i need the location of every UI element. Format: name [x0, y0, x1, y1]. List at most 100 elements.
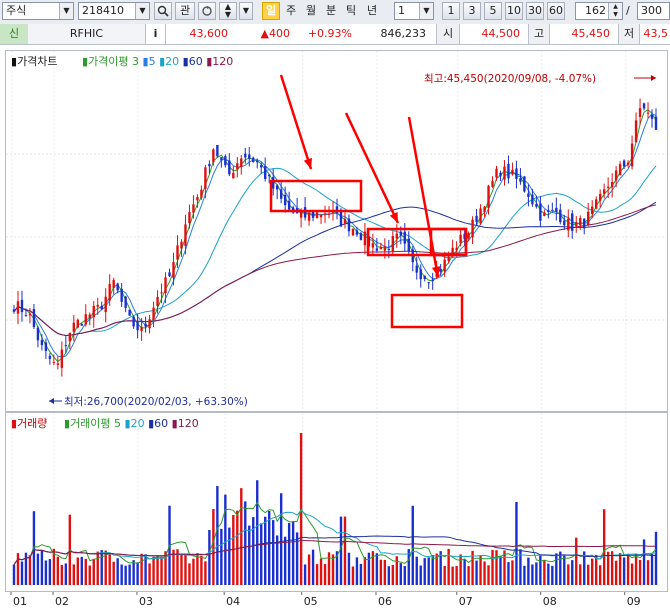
low-label: 저 — [618, 24, 640, 44]
candle-body — [594, 199, 598, 209]
volume-bar — [92, 558, 95, 585]
candle-body — [200, 189, 203, 198]
count-stepper[interactable]: ▲ ▼ — [608, 3, 622, 19]
interval-30-button[interactable]: 30 — [526, 2, 544, 20]
volume-bar — [511, 560, 514, 585]
candle-body — [563, 220, 566, 226]
interval-select[interactable]: 1 ▼ — [394, 2, 434, 20]
chevron-down-icon[interactable]: ▼ — [59, 3, 73, 19]
up-down-stepper[interactable]: ▲ ▼ — [219, 2, 237, 20]
interval-10-button[interactable]: 10 — [505, 2, 523, 20]
volume-bar — [594, 554, 598, 585]
interval-1-button[interactable]: 1 — [442, 2, 460, 20]
candle-body — [224, 156, 227, 166]
gwan-button[interactable]: 관 — [175, 2, 195, 20]
candle-body — [20, 299, 24, 312]
stock-name: RFHIC — [28, 24, 146, 44]
candle-body — [40, 340, 44, 346]
volume-chart[interactable]: ▮거래량 ▮거래이평 5 ▮20 ▮60 ▮120 — [6, 413, 667, 591]
interval-60-button[interactable]: 60 — [547, 2, 565, 20]
candle-body — [307, 212, 311, 221]
volume-bar — [407, 549, 410, 585]
volume-bar — [248, 525, 251, 585]
volume-bar — [156, 555, 159, 585]
candle-body — [491, 181, 494, 187]
candle-body — [196, 197, 199, 201]
chevron-down-icon[interactable]: ▼ — [225, 10, 231, 19]
volume-bar — [443, 566, 446, 585]
volume-bar — [531, 564, 534, 585]
price-chart[interactable]: ▮가격차트 ▮가격이평 3 ▮5 ▮20 ▮60 ▮120 최고:45,450(… — [6, 51, 667, 411]
volume-bar — [431, 555, 434, 585]
search-button[interactable] — [154, 2, 172, 20]
candle-body — [108, 284, 111, 301]
period-week-button[interactable]: 주 — [282, 2, 300, 20]
candle-body — [32, 309, 36, 328]
candle-body — [80, 324, 83, 326]
refresh-icon — [202, 6, 212, 16]
volume-bar — [271, 520, 275, 585]
candle-body — [279, 189, 283, 199]
sync-button[interactable] — [198, 2, 216, 20]
x-tick-label: 06 — [378, 595, 392, 608]
price-chart-panel[interactable]: ▮가격차트 ▮가격이평 3 ▮5 ▮20 ▮60 ▮120 최고:45,450(… — [5, 50, 668, 412]
volume-legend: ▮거래이평 5 ▮20 ▮60 ▮120 — [64, 417, 199, 430]
count-input[interactable]: 162 ▲ ▼ — [575, 2, 623, 20]
interval-3-button[interactable]: 3 — [463, 2, 481, 20]
volume-bar — [451, 566, 454, 585]
volume-bar — [575, 537, 578, 585]
volume-bar — [563, 555, 566, 585]
candle-body — [244, 153, 247, 158]
candle-body — [148, 319, 151, 329]
period-year-button[interactable]: 년 — [362, 2, 382, 20]
volume-bar — [100, 550, 103, 585]
volume-bar — [260, 523, 263, 585]
price-chart-title: ▮가격차트 — [11, 55, 58, 68]
candle-body — [571, 213, 574, 231]
total-count-input[interactable]: 300 — [637, 2, 670, 20]
stock-code-input[interactable]: 218410 ▼ — [78, 2, 150, 20]
candle-body — [363, 231, 367, 246]
red-box-4 — [390, 293, 464, 329]
volume-bar — [132, 560, 135, 585]
volume-bar — [116, 558, 119, 585]
candle-body — [387, 248, 391, 250]
candle-body — [351, 228, 355, 236]
candle-body — [36, 327, 40, 341]
volume-bar — [499, 555, 502, 585]
period-month-button[interactable]: 월 — [302, 2, 320, 20]
candle-body — [459, 234, 462, 244]
volume-bar — [551, 565, 554, 585]
candle-body — [355, 230, 359, 235]
candle-body — [60, 349, 64, 368]
candle-body — [28, 313, 32, 316]
candle-body — [339, 209, 343, 227]
candle-body — [642, 103, 646, 109]
volume-chart-panel[interactable]: ▮거래량 ▮거래이평 5 ▮20 ▮60 ▮120 — [5, 412, 668, 592]
period-day-button[interactable]: 일 — [262, 2, 280, 20]
period-minute-button[interactable]: 분 — [322, 2, 340, 20]
info-icon[interactable]: i — [146, 24, 166, 44]
high-label: 고 — [528, 24, 550, 44]
candle-body — [507, 163, 510, 179]
volume-bar — [634, 553, 638, 585]
volume-bar — [343, 516, 347, 585]
volume-chart-title: ▮거래량 — [11, 417, 47, 430]
candle-body — [116, 283, 119, 291]
candle-body — [12, 309, 16, 312]
candle-body — [591, 206, 594, 214]
candle-body — [555, 207, 558, 212]
interval-5-button[interactable]: 5 — [484, 2, 502, 20]
candle-body — [495, 168, 498, 178]
market-select[interactable]: 주식 ▼ — [2, 2, 74, 20]
chevron-down-icon[interactable]: ▼ — [419, 3, 433, 19]
volume-bar — [539, 555, 542, 585]
chevron-down-icon[interactable]: ▼ — [135, 3, 149, 19]
candle-body — [132, 316, 135, 327]
candle-body — [515, 168, 518, 180]
stepper-down-button[interactable]: ▼ — [239, 2, 253, 20]
volume-bar — [264, 516, 267, 585]
volume-bar — [399, 563, 402, 585]
period-tick-button[interactable]: 틱 — [342, 2, 360, 20]
volume-bar — [411, 505, 414, 585]
